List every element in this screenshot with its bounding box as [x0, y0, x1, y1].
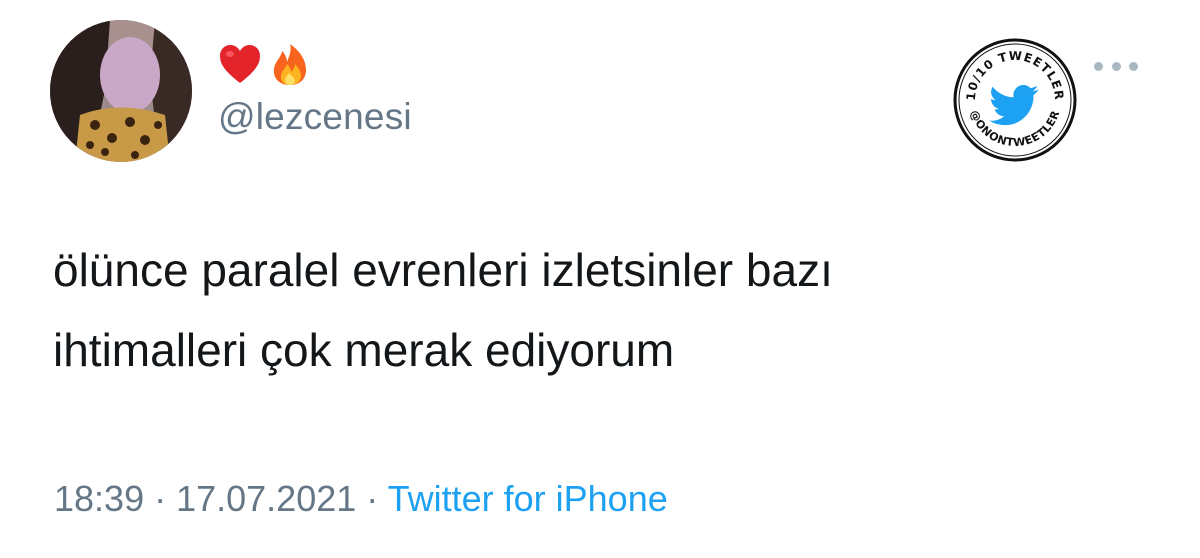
fire-emoji-icon — [268, 43, 312, 87]
more-options-button[interactable] — [1094, 56, 1138, 76]
user-handle[interactable]: @lezcenesi — [218, 96, 412, 138]
tweet-card: @lezcenesi 10/10 TWEETLER @ONONTWEETLER — [0, 0, 1200, 558]
separator: · — [356, 478, 388, 519]
separator: · — [144, 478, 177, 519]
watermark-badge: 10/10 TWEETLER @ONONTWEETLER — [953, 38, 1077, 162]
tweet-meta: 18:39 · 17.07.2021 · Twitter for iPhone — [54, 478, 668, 520]
heart-emoji-icon — [218, 43, 262, 87]
dot — [1111, 61, 1121, 71]
dot — [1094, 61, 1103, 71]
tweet-source-link[interactable]: Twitter for iPhone — [388, 478, 668, 519]
avatar[interactable] — [50, 20, 192, 162]
tweet-date[interactable]: 17.07.2021 — [176, 478, 356, 519]
tweet-time[interactable]: 18:39 — [54, 478, 144, 519]
tweet-text: ölünce paralel evrenleri izletsinler baz… — [53, 230, 1153, 390]
tweet-text-line-2: ihtimalleri çok merak ediyorum — [53, 324, 675, 376]
tweet-text-line-1: ölünce paralel evrenleri izletsinler baz… — [53, 244, 833, 296]
dot — [1129, 61, 1138, 71]
display-name[interactable] — [218, 40, 312, 90]
